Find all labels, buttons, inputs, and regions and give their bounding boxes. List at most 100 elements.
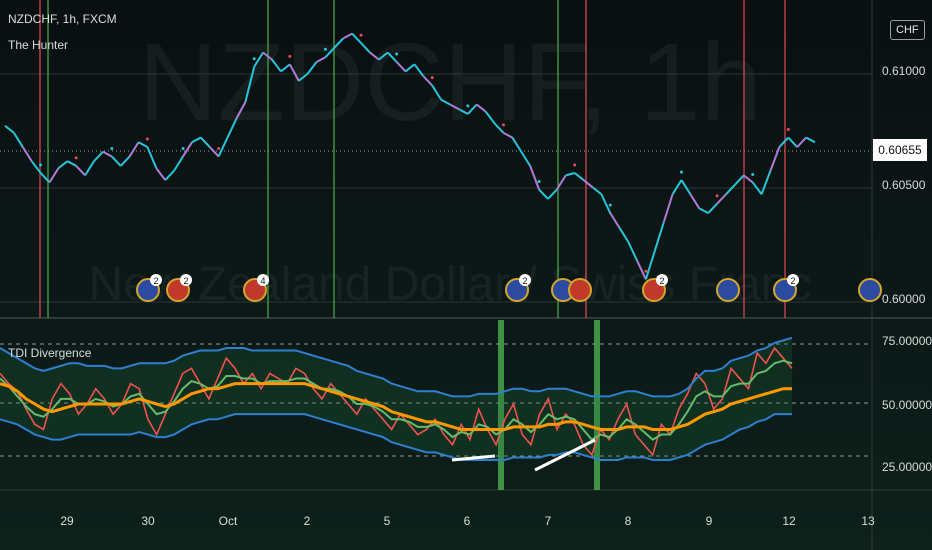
price-dot xyxy=(430,76,434,80)
date-label: 8 xyxy=(624,514,632,528)
event-count: 2 xyxy=(153,276,158,286)
price-segment xyxy=(671,179,683,195)
price-segment xyxy=(653,222,665,252)
price-segment xyxy=(84,160,95,176)
chart-root: NZDCHF, 1h New Zealand Dollar / Swiss Fra… xyxy=(0,0,932,550)
price-segment xyxy=(21,146,33,162)
price-dot xyxy=(181,146,185,150)
price-dot xyxy=(608,203,612,207)
price-dot xyxy=(110,146,114,150)
price-segment xyxy=(155,167,167,181)
price-tick: 0.60000 xyxy=(882,292,926,306)
osc-tick: 25.00000 xyxy=(882,460,932,474)
osc-title[interactable]: TDI Divergence xyxy=(8,346,91,360)
date-label: 12 xyxy=(782,514,796,528)
price-dot xyxy=(323,47,327,51)
price-dot xyxy=(715,194,719,198)
price-dot xyxy=(537,180,541,184)
price-segment xyxy=(760,170,772,195)
price-segment xyxy=(769,146,781,171)
date-label: 2 xyxy=(303,514,311,528)
price-dot xyxy=(39,163,43,167)
price-segment xyxy=(582,179,594,188)
price-segment xyxy=(111,155,122,167)
event-badge xyxy=(716,278,740,302)
price-segment xyxy=(680,179,692,195)
price-dot xyxy=(573,163,577,167)
price-dot xyxy=(644,269,648,273)
price-dot xyxy=(395,52,399,56)
chart-canvas[interactable]: NZDCHF, 1h New Zealand Dollar / Swiss Fra… xyxy=(0,0,932,550)
price-segment xyxy=(146,146,158,169)
event-count: 2 xyxy=(659,276,664,286)
price-segment xyxy=(520,151,532,167)
price-dot xyxy=(501,123,505,127)
price-segment xyxy=(600,193,612,214)
event-badge xyxy=(568,278,592,302)
price-segment xyxy=(48,167,60,183)
price-segment xyxy=(787,136,798,148)
price-segment xyxy=(13,132,24,148)
price-dot xyxy=(288,54,292,58)
event-count: 4 xyxy=(260,276,265,286)
price-segment xyxy=(182,141,193,157)
watermark-subtitle: New Zealand Dollar / Swiss Franc xyxy=(89,258,812,311)
date-label: 9 xyxy=(705,514,713,528)
price-segment xyxy=(805,136,816,144)
price-segment xyxy=(547,188,558,200)
price-segment xyxy=(725,184,736,195)
price-segment xyxy=(707,203,718,214)
event-flag-icon xyxy=(568,278,592,302)
price-dot xyxy=(679,170,683,174)
price-tick: 0.61000 xyxy=(882,64,926,78)
price-segment xyxy=(796,136,807,148)
price-segment xyxy=(57,160,68,170)
symbol-header: NZDCHF, 1h, FXCM xyxy=(8,12,117,26)
date-label: 29 xyxy=(60,514,74,528)
price-segment xyxy=(66,160,77,167)
date-label: 6 xyxy=(463,514,471,528)
date-label: 30 xyxy=(141,514,155,528)
price-segment xyxy=(689,193,701,209)
price-segment xyxy=(698,207,709,215)
date-label: 7 xyxy=(544,514,552,528)
price-segment xyxy=(529,165,541,190)
event-count: 2 xyxy=(522,276,527,286)
date-label: 13 xyxy=(861,514,875,528)
price-segment xyxy=(173,155,184,172)
last-price-label: 0.60655 xyxy=(873,139,927,161)
price-segment xyxy=(734,174,745,186)
price-dot xyxy=(751,172,755,176)
price-segment xyxy=(93,151,104,162)
date-label: 5 xyxy=(383,514,391,528)
price-segment xyxy=(102,150,113,158)
price-segment xyxy=(574,172,585,181)
price-dot xyxy=(145,137,149,141)
price-tick: 0.60500 xyxy=(882,178,926,192)
price-dot xyxy=(217,146,221,150)
date-label: Oct xyxy=(218,514,238,528)
event-flag-icon xyxy=(716,278,740,302)
price-segment xyxy=(618,226,629,243)
price-dot xyxy=(252,57,256,61)
price-dot xyxy=(786,128,790,132)
price-segment xyxy=(778,136,790,148)
price-segment xyxy=(119,155,131,167)
price-segment xyxy=(565,172,575,177)
price-segment xyxy=(609,212,621,228)
price-segment xyxy=(128,141,140,157)
event-badge xyxy=(858,278,882,302)
indicator-name[interactable]: The Hunter xyxy=(8,38,68,52)
event-flag-icon xyxy=(858,278,882,302)
price-segment xyxy=(743,174,754,184)
price-dot xyxy=(359,33,363,37)
currency-badge[interactable]: CHF xyxy=(890,20,925,40)
event-count: 2 xyxy=(183,276,188,286)
price-dot xyxy=(74,156,78,160)
osc-tick: 50.00000 xyxy=(882,398,932,412)
price-segment xyxy=(538,188,549,200)
price-segment xyxy=(662,193,674,223)
price-segment xyxy=(75,165,86,177)
price-dot xyxy=(466,104,470,108)
volatility-band-fill xyxy=(0,337,792,460)
